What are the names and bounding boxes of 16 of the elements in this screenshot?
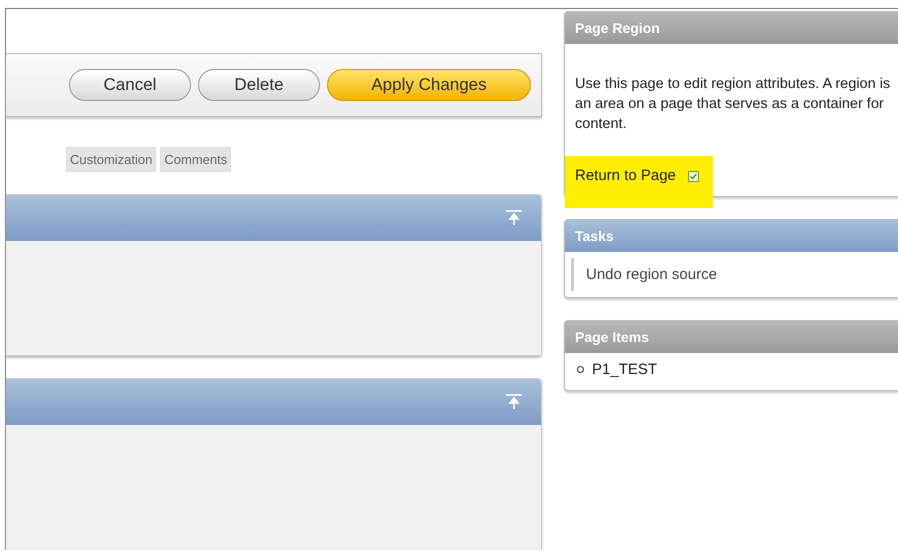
panel-title: Tasks <box>565 220 898 252</box>
return-link[interactable]: Return to Page <box>575 166 676 186</box>
panel-title: Page Items <box>565 321 898 353</box>
help-text: Use this page to edit region attributes. A region is an area on a page that serves as a container for content. <box>575 75 892 134</box>
action-button[interactable]: Cancel <box>69 69 191 101</box>
bullet-icon <box>577 366 584 373</box>
page-item[interactable]: P1_TEST <box>592 361 658 378</box>
panel-title: Page Region <box>565 12 898 44</box>
checkbox-icon <box>688 170 699 182</box>
collapse-up-icon[interactable] <box>505 210 523 226</box>
tab[interactable]: Customization <box>66 147 156 172</box>
apply-changes-button[interactable]: Apply Changes <box>327 69 531 101</box>
tab[interactable]: Comments <box>160 147 232 172</box>
collapse-up-icon[interactable] <box>505 394 523 410</box>
task-link[interactable]: Undo region source <box>571 258 898 291</box>
action-button[interactable]: Delete <box>198 69 320 101</box>
